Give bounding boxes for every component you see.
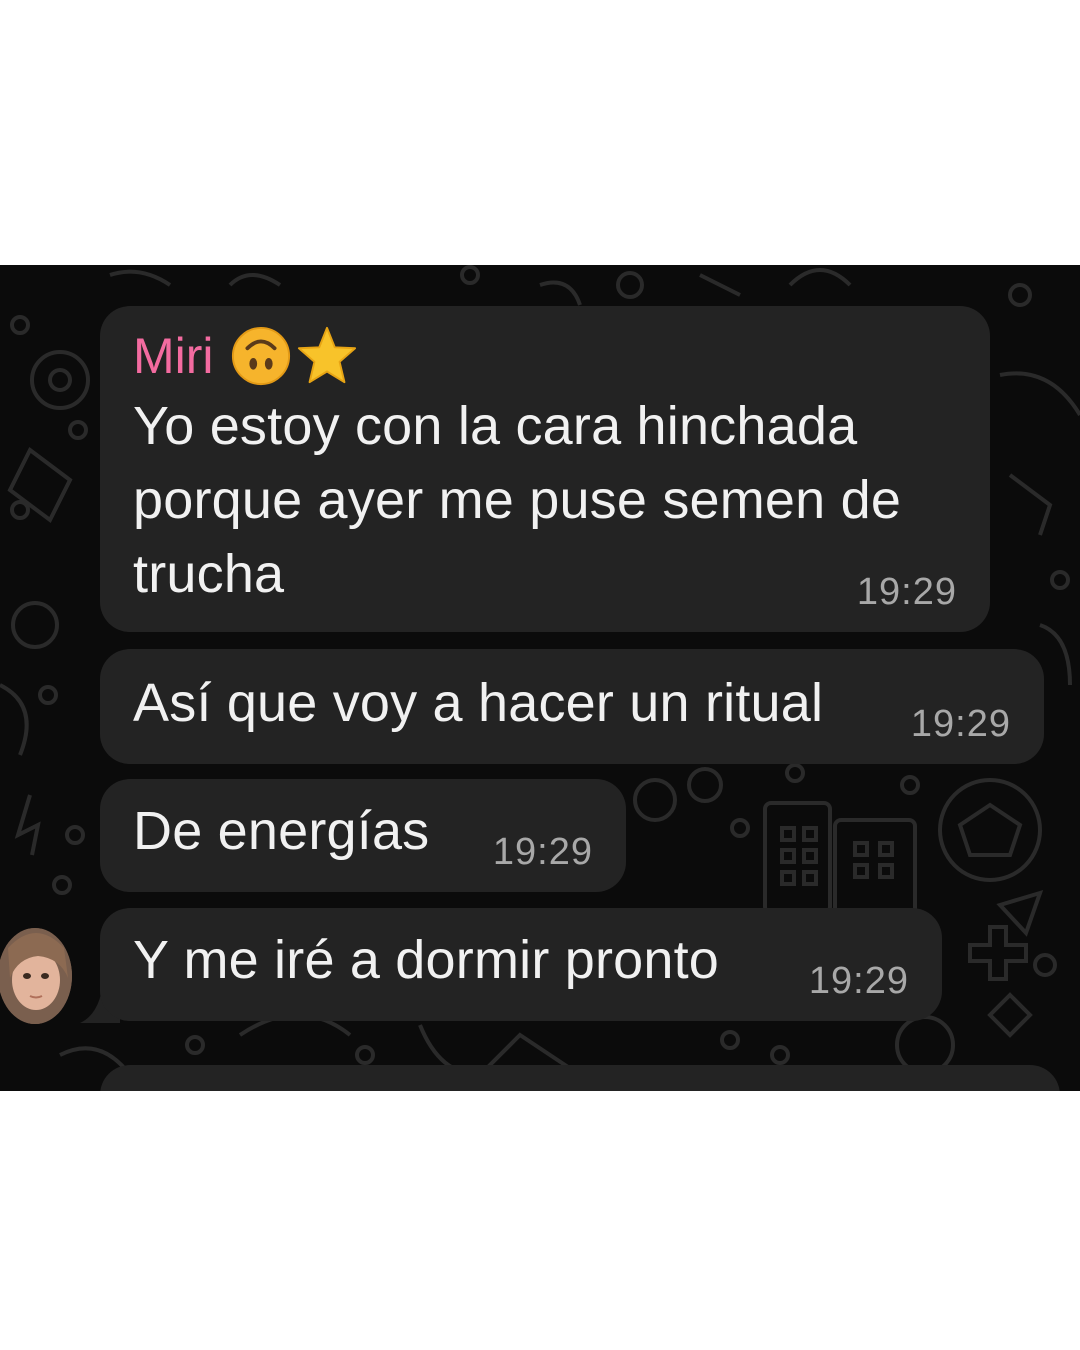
message-timestamp: 19:29 [808,960,909,1002]
message-bubble-1[interactable]: Miri Yo estoy con la cara hinchada porqu… [100,306,990,632]
message-line: trucha [133,544,285,604]
message-text: Yo estoy con la cara hinchada porque aye… [133,389,901,611]
message-timestamp: 19:29 [910,703,1011,745]
sender-row: Miri [133,318,362,394]
message-bubble-4[interactable]: Y me iré a dormir pronto 19:29 [100,908,942,1021]
star-icon [297,326,356,384]
message-line: porque ayer me puse semen de [133,470,902,530]
chat-view[interactable]: Miri Yo estoy con la cara hinchada porqu… [0,265,1080,1091]
avatar-image [0,928,72,1024]
message-timestamp: 19:29 [492,831,593,873]
message-text: Y me iré a dormir pronto [133,930,720,990]
message-bubble-2[interactable]: Así que voy a hacer un ritual 19:29 [100,649,1044,764]
screenshot-page: Miri Yo estoy con la cara hinchada porqu… [0,0,1080,1350]
message-text: De energías [133,801,430,861]
message-timestamp: 19:29 [856,571,957,613]
message-line: Yo estoy con la cara hinchada [133,396,858,456]
upside-down-face-icon [231,326,290,386]
message-bubble-3[interactable]: De energías 19:29 [100,779,626,892]
next-message-bubble-partial[interactable] [100,1065,1060,1091]
sender-name[interactable]: Miri [133,327,214,385]
message-text: Así que voy a hacer un ritual [133,673,824,733]
avatar[interactable] [0,928,72,1024]
